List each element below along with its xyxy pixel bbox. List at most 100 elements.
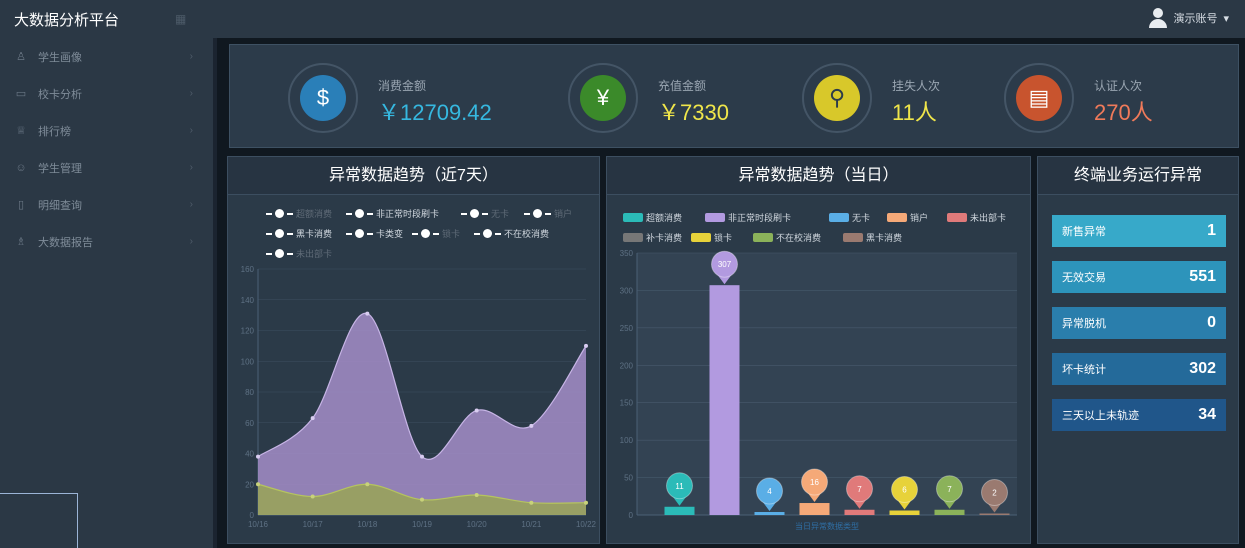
user-icon: ♙: [16, 50, 26, 63]
data-point: [310, 416, 315, 421]
chevron-right-icon: ›: [189, 236, 193, 247]
y-tick-label: 0: [629, 511, 634, 520]
stat-icon-ring: ⚲: [802, 63, 872, 133]
tile-label: 新售异常: [1062, 226, 1106, 238]
panel-trend-7days: 异常数据趋势（近7天） 超额消费 非正常时段刷卡 无卡 销户 黑卡消费 卡类变 锁卡 不在校消…: [227, 156, 600, 544]
terminal-tile[interactable]: 无效交易 551: [1052, 261, 1226, 293]
x-tick-label: 10/17: [303, 520, 324, 529]
bar: [889, 510, 920, 515]
stat-icon-ring: ¥: [568, 63, 638, 133]
stat-value: 270人: [1094, 100, 1153, 125]
selection-frame: [0, 493, 78, 548]
data-label: 4: [767, 487, 772, 496]
data-point: [584, 500, 588, 505]
terminal-tile[interactable]: 三天以上未轨迹 34: [1052, 399, 1226, 431]
tile-value: 302: [1189, 360, 1216, 377]
user-menu[interactable]: 演示账号 ▾: [1149, 8, 1229, 28]
area-chart: 0 20 40 60 80 100 120 140 160 10/16 10/17 10/18 10/1…: [241, 265, 597, 529]
top-bar: 大数据分析平台 ▦ 演示账号 ▾: [0, 0, 1245, 38]
tile-label: 异常脱机: [1062, 318, 1106, 330]
y-tick-label: 200: [620, 361, 634, 370]
chevron-right-icon: ›: [189, 51, 193, 62]
sidebar-item-student-management[interactable]: ☺ 学生管理 ›: [0, 149, 213, 186]
data-point: [529, 423, 534, 428]
tile-label: 坏卡统计: [1062, 364, 1106, 376]
tile-label: 无效交易: [1062, 272, 1106, 284]
data-label: 11: [675, 482, 684, 491]
data-point: [256, 482, 260, 487]
sidebar-item-student-profile[interactable]: ♙ 学生画像 ›: [0, 38, 213, 75]
chevron-right-icon: ›: [189, 162, 193, 173]
chevron-right-icon: ›: [189, 88, 193, 99]
x-tick-label: 10/21: [521, 520, 542, 529]
data-point: [365, 482, 370, 487]
y-tick-label: 140: [241, 296, 255, 305]
series-area: [258, 313, 586, 515]
stat-label: 挂失人次: [892, 79, 941, 93]
y-tick-label: 80: [245, 388, 254, 397]
tile-label: 三天以上未轨迹: [1062, 410, 1139, 422]
sidebar-item-detail-query[interactable]: ▯ 明细查询 ›: [0, 186, 213, 223]
bar: [844, 509, 875, 515]
report-icon: ♗: [16, 235, 26, 248]
data-point: [420, 454, 424, 459]
bar: [979, 513, 1010, 515]
y-tick-label: 120: [241, 327, 255, 336]
panel-trend-today: 异常数据趋势（当日） 超额消费 非正常时段刷卡 无卡 销户 未出部卡 补卡消费 锁卡 不在校消…: [606, 156, 1031, 544]
data-point: [474, 408, 479, 413]
stat-icon-ring: ▤: [1004, 63, 1074, 133]
sidebar-item-label: 排行榜: [38, 125, 71, 138]
plot-area: [637, 253, 1017, 515]
bar-chart: 0 50 100 150 200 250 300 350 11 307 4 16 7 6 7 2 当日异常数据类…: [620, 249, 1017, 531]
sidebar-item-label: 学生画像: [38, 51, 82, 64]
grid-icon[interactable]: ▦: [175, 12, 195, 26]
stat-value: ￥7330: [658, 100, 729, 125]
card-icon: ▭: [15, 87, 27, 100]
sidebar-item-ranking[interactable]: ♕ 排行榜 ›: [0, 112, 213, 149]
x-tick-label: 10/22: [576, 520, 597, 529]
y-tick-label: 160: [241, 265, 255, 274]
terminal-tile[interactable]: 异常脱机 0: [1052, 307, 1226, 339]
panel-terminal-anomaly: 终端业务运行异常 新售异常 1 无效交易 551 异常脱机 0 坏卡统计 302…: [1037, 156, 1239, 544]
x-tick-label: 10/19: [412, 520, 433, 529]
terminal-tile[interactable]: 新售异常 1: [1052, 215, 1226, 247]
stat-value: 11人: [892, 100, 937, 125]
y-tick-label: 100: [241, 357, 255, 366]
tile-value: 34: [1198, 406, 1216, 423]
y-tick-label: 300: [620, 286, 634, 295]
id-card-icon: ▤: [1016, 75, 1062, 121]
tile-value: 551: [1189, 268, 1216, 285]
data-label: 307: [718, 260, 732, 269]
y-tick-label: 150: [620, 399, 634, 408]
y-tick-label: 350: [620, 249, 634, 258]
sidebar-item-label: 校卡分析: [38, 88, 82, 101]
data-label: 16: [810, 478, 819, 487]
trophy-icon: ♕: [16, 124, 26, 137]
stat-value: ￥12709.42: [378, 100, 492, 125]
y-tick-label: 20: [245, 480, 254, 489]
bar: [754, 512, 785, 515]
panel-title: 终端业务运行异常: [1038, 157, 1238, 195]
stat-label: 认证人次: [1094, 79, 1143, 93]
bar: [934, 509, 965, 515]
data-label: 6: [902, 486, 907, 495]
sidebar-item-label: 学生管理: [38, 162, 82, 175]
data-point: [365, 311, 370, 316]
terminal-tile[interactable]: 坏卡统计 302: [1052, 353, 1226, 385]
data-point: [584, 343, 588, 348]
x-axis-label: 当日异常数据类型: [795, 521, 859, 531]
x-tick-label: 10/18: [357, 520, 378, 529]
y-tick-label: 50: [624, 474, 633, 483]
stat-label: 消费金额: [378, 79, 427, 93]
sidebar-item-card-analysis[interactable]: ▭ 校卡分析 ›: [0, 75, 213, 112]
sidebar: ♙ 学生画像 › ▭ 校卡分析 › ♕ 排行榜 › ☺ 学生管理 › ▯ 明细查…: [0, 38, 213, 548]
bar: [709, 285, 740, 515]
sidebar-item-label: 明细查询: [38, 199, 82, 212]
sidebar-item-big-data-report[interactable]: ♗ 大数据报告 ›: [0, 223, 213, 260]
chevron-down-icon: ▾: [1223, 12, 1229, 25]
stat-icon-ring: $: [288, 63, 358, 133]
y-tick-label: 0: [250, 511, 255, 520]
stats-strip: $ 消费金额 ￥12709.42 ¥ 充值金额 ￥7330 ⚲ 挂失人次 11人…: [229, 44, 1239, 148]
sidebar-item-label: 大数据报告: [38, 236, 93, 249]
coins-icon: $: [300, 75, 346, 121]
